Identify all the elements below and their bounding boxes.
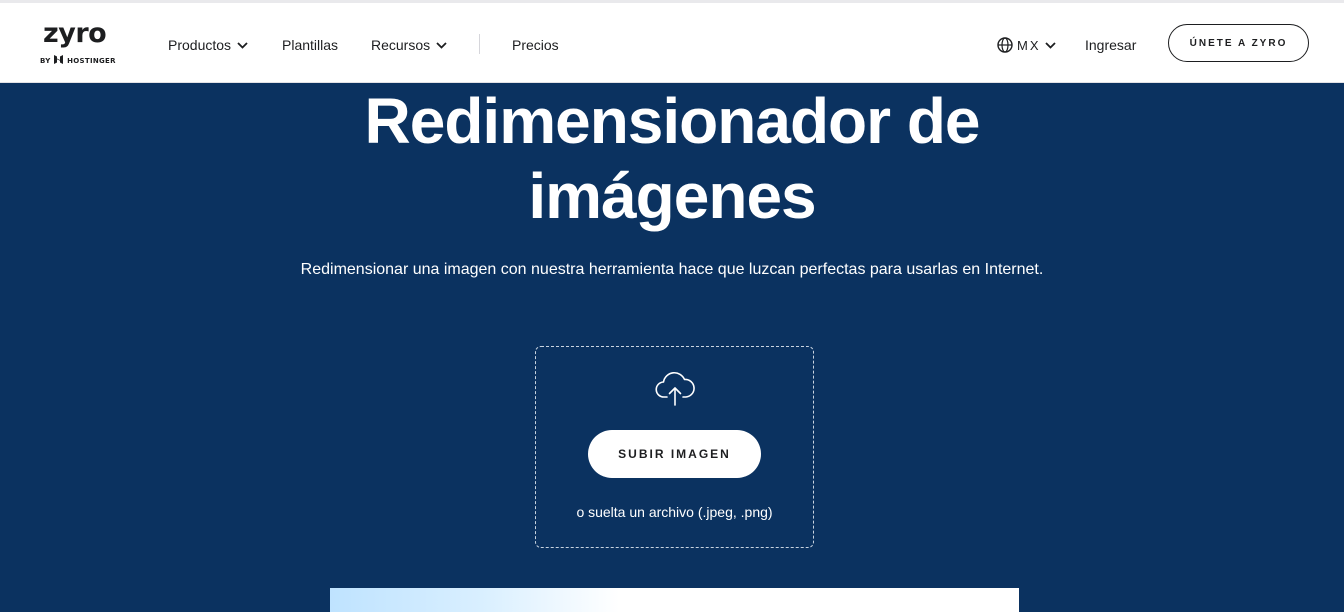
nav-productos-label: Productos bbox=[168, 37, 232, 53]
nav-recursos-label: Recursos bbox=[371, 37, 431, 53]
upload-dropzone[interactable]: SUBIR IMAGEN o suelta un archivo (.jpeg,… bbox=[535, 346, 814, 548]
nav-productos[interactable]: Productos bbox=[168, 34, 248, 56]
nav-precios[interactable]: Precios bbox=[512, 34, 559, 56]
drop-file-hint: o suelta un archivo (.jpeg, .png) bbox=[576, 504, 773, 520]
hero-subtitle: Redimensionar una imagen con nuestra her… bbox=[300, 261, 1044, 278]
join-button[interactable]: ÚNETE A ZYRO bbox=[1168, 24, 1309, 62]
upload-image-button[interactable]: SUBIR IMAGEN bbox=[588, 430, 761, 478]
page-title-line2: imágenes bbox=[528, 160, 816, 232]
hostinger-icon bbox=[54, 55, 64, 64]
logo-brand-text: HOSTINGER bbox=[67, 57, 116, 65]
chevron-down-icon bbox=[436, 41, 447, 49]
zyro-logo[interactable]: zyro BY HOSTINGER bbox=[39, 19, 119, 69]
nav-divider bbox=[479, 34, 480, 54]
chevron-down-icon bbox=[237, 41, 248, 49]
language-label: MX bbox=[1017, 37, 1041, 53]
cloud-upload-icon bbox=[655, 371, 695, 406]
logo-word: zyro bbox=[43, 18, 107, 49]
language-selector[interactable]: MX bbox=[997, 34, 1056, 56]
globe-icon bbox=[997, 37, 1013, 53]
nav-plantillas[interactable]: Plantillas bbox=[282, 34, 338, 56]
chevron-down-icon bbox=[1044, 41, 1056, 49]
page-title-line1: Redimensionador de bbox=[364, 85, 981, 157]
nav-recursos[interactable]: Recursos bbox=[371, 34, 447, 56]
nav-precios-label: Precios bbox=[512, 37, 559, 53]
site-header: zyro BY HOSTINGER Productos Plantillas R… bbox=[0, 3, 1344, 83]
nav-plantillas-label: Plantillas bbox=[282, 37, 339, 53]
logo-by-hostinger: BY HOSTINGER bbox=[40, 55, 130, 65]
preview-image-area bbox=[330, 588, 1019, 612]
login-link[interactable]: Ingresar bbox=[1085, 34, 1136, 56]
page-title: Redimensionador de imágenes bbox=[0, 84, 1344, 234]
logo-by-text: BY bbox=[40, 57, 51, 65]
